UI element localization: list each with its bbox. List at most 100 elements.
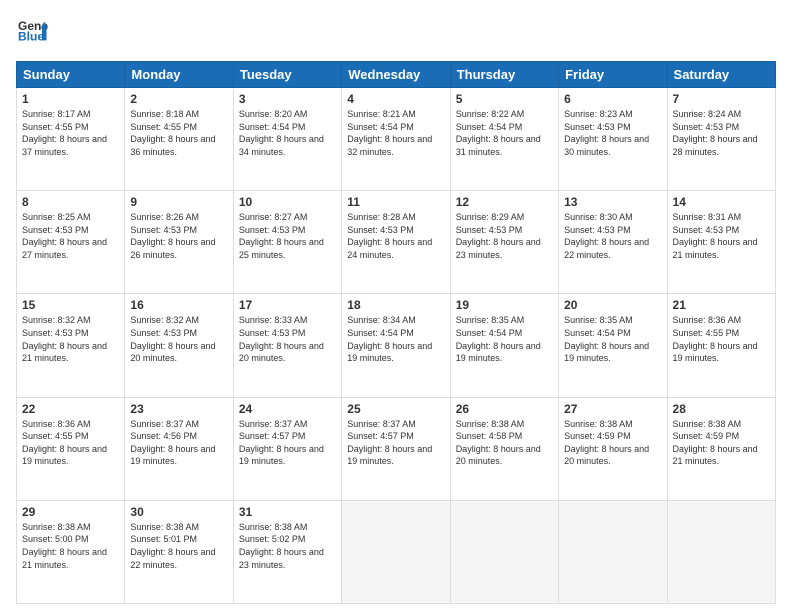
cell-info: Sunrise: 8:27 AMSunset: 4:53 PMDaylight:… [239,212,324,260]
day-number: 9 [130,195,227,209]
cell-info: Sunrise: 8:38 AMSunset: 5:00 PMDaylight:… [22,522,107,570]
cell-info: Sunrise: 8:38 AMSunset: 5:02 PMDaylight:… [239,522,324,570]
day-number: 16 [130,298,227,312]
day-number: 3 [239,92,336,106]
day-number: 8 [22,195,119,209]
day-header-saturday: Saturday [667,62,775,88]
day-number: 18 [347,298,444,312]
day-number: 12 [456,195,553,209]
calendar-cell [450,500,558,603]
day-header-friday: Friday [559,62,667,88]
day-number: 30 [130,505,227,519]
day-number: 25 [347,402,444,416]
day-number: 11 [347,195,444,209]
cell-info: Sunrise: 8:24 AMSunset: 4:53 PMDaylight:… [673,109,758,157]
calendar-week-5: 29 Sunrise: 8:38 AMSunset: 5:00 PMDaylig… [17,500,776,603]
calendar-cell: 31 Sunrise: 8:38 AMSunset: 5:02 PMDaylig… [233,500,341,603]
calendar-cell: 20 Sunrise: 8:35 AMSunset: 4:54 PMDaylig… [559,294,667,397]
calendar-cell: 26 Sunrise: 8:38 AMSunset: 4:58 PMDaylig… [450,397,558,500]
cell-info: Sunrise: 8:32 AMSunset: 4:53 PMDaylight:… [22,315,107,363]
calendar-cell: 5 Sunrise: 8:22 AMSunset: 4:54 PMDayligh… [450,88,558,191]
cell-info: Sunrise: 8:36 AMSunset: 4:55 PMDaylight:… [673,315,758,363]
day-number: 26 [456,402,553,416]
calendar-cell: 2 Sunrise: 8:18 AMSunset: 4:55 PMDayligh… [125,88,233,191]
calendar-cell: 4 Sunrise: 8:21 AMSunset: 4:54 PMDayligh… [342,88,450,191]
calendar-week-3: 15 Sunrise: 8:32 AMSunset: 4:53 PMDaylig… [17,294,776,397]
logo-icon: General Blue [18,16,48,46]
cell-info: Sunrise: 8:26 AMSunset: 4:53 PMDaylight:… [130,212,215,260]
calendar-cell: 10 Sunrise: 8:27 AMSunset: 4:53 PMDaylig… [233,191,341,294]
cell-info: Sunrise: 8:37 AMSunset: 4:56 PMDaylight:… [130,419,215,467]
calendar-cell: 11 Sunrise: 8:28 AMSunset: 4:53 PMDaylig… [342,191,450,294]
cell-info: Sunrise: 8:38 AMSunset: 4:58 PMDaylight:… [456,419,541,467]
day-number: 28 [673,402,770,416]
cell-info: Sunrise: 8:37 AMSunset: 4:57 PMDaylight:… [347,419,432,467]
day-number: 13 [564,195,661,209]
cell-info: Sunrise: 8:30 AMSunset: 4:53 PMDaylight:… [564,212,649,260]
cell-info: Sunrise: 8:17 AMSunset: 4:55 PMDaylight:… [22,109,107,157]
cell-info: Sunrise: 8:28 AMSunset: 4:53 PMDaylight:… [347,212,432,260]
day-number: 29 [22,505,119,519]
calendar-cell: 23 Sunrise: 8:37 AMSunset: 4:56 PMDaylig… [125,397,233,500]
day-number: 1 [22,92,119,106]
calendar-cell: 16 Sunrise: 8:32 AMSunset: 4:53 PMDaylig… [125,294,233,397]
svg-text:Blue: Blue [18,29,44,43]
calendar-cell: 12 Sunrise: 8:29 AMSunset: 4:53 PMDaylig… [450,191,558,294]
day-number: 15 [22,298,119,312]
cell-info: Sunrise: 8:38 AMSunset: 4:59 PMDaylight:… [673,419,758,467]
header: General Blue [16,16,776,51]
calendar-cell: 17 Sunrise: 8:33 AMSunset: 4:53 PMDaylig… [233,294,341,397]
cell-info: Sunrise: 8:37 AMSunset: 4:57 PMDaylight:… [239,419,324,467]
calendar-cell [342,500,450,603]
day-header-monday: Monday [125,62,233,88]
calendar-cell: 6 Sunrise: 8:23 AMSunset: 4:53 PMDayligh… [559,88,667,191]
calendar-cell [559,500,667,603]
day-number: 27 [564,402,661,416]
calendar-cell: 14 Sunrise: 8:31 AMSunset: 4:53 PMDaylig… [667,191,775,294]
day-number: 17 [239,298,336,312]
day-header-thursday: Thursday [450,62,558,88]
day-number: 14 [673,195,770,209]
calendar-table: SundayMondayTuesdayWednesdayThursdayFrid… [16,61,776,604]
calendar-cell: 9 Sunrise: 8:26 AMSunset: 4:53 PMDayligh… [125,191,233,294]
calendar-cell: 8 Sunrise: 8:25 AMSunset: 4:53 PMDayligh… [17,191,125,294]
cell-info: Sunrise: 8:25 AMSunset: 4:53 PMDaylight:… [22,212,107,260]
calendar-cell: 30 Sunrise: 8:38 AMSunset: 5:01 PMDaylig… [125,500,233,603]
calendar-cell: 19 Sunrise: 8:35 AMSunset: 4:54 PMDaylig… [450,294,558,397]
logo: General Blue [16,16,48,51]
day-number: 5 [456,92,553,106]
cell-info: Sunrise: 8:34 AMSunset: 4:54 PMDaylight:… [347,315,432,363]
cell-info: Sunrise: 8:35 AMSunset: 4:54 PMDaylight:… [456,315,541,363]
day-number: 6 [564,92,661,106]
calendar-cell: 27 Sunrise: 8:38 AMSunset: 4:59 PMDaylig… [559,397,667,500]
cell-info: Sunrise: 8:18 AMSunset: 4:55 PMDaylight:… [130,109,215,157]
page: General Blue SundayMondayTuesdayWednesda… [0,0,792,612]
day-number: 24 [239,402,336,416]
cell-info: Sunrise: 8:33 AMSunset: 4:53 PMDaylight:… [239,315,324,363]
calendar-week-2: 8 Sunrise: 8:25 AMSunset: 4:53 PMDayligh… [17,191,776,294]
calendar-week-4: 22 Sunrise: 8:36 AMSunset: 4:55 PMDaylig… [17,397,776,500]
calendar-cell: 28 Sunrise: 8:38 AMSunset: 4:59 PMDaylig… [667,397,775,500]
cell-info: Sunrise: 8:21 AMSunset: 4:54 PMDaylight:… [347,109,432,157]
cell-info: Sunrise: 8:31 AMSunset: 4:53 PMDaylight:… [673,212,758,260]
calendar-cell: 24 Sunrise: 8:37 AMSunset: 4:57 PMDaylig… [233,397,341,500]
calendar-cell: 7 Sunrise: 8:24 AMSunset: 4:53 PMDayligh… [667,88,775,191]
cell-info: Sunrise: 8:36 AMSunset: 4:55 PMDaylight:… [22,419,107,467]
day-number: 23 [130,402,227,416]
calendar-cell: 25 Sunrise: 8:37 AMSunset: 4:57 PMDaylig… [342,397,450,500]
day-number: 21 [673,298,770,312]
day-number: 7 [673,92,770,106]
day-number: 2 [130,92,227,106]
calendar-header-row: SundayMondayTuesdayWednesdayThursdayFrid… [17,62,776,88]
cell-info: Sunrise: 8:22 AMSunset: 4:54 PMDaylight:… [456,109,541,157]
day-number: 22 [22,402,119,416]
calendar-cell: 29 Sunrise: 8:38 AMSunset: 5:00 PMDaylig… [17,500,125,603]
day-header-sunday: Sunday [17,62,125,88]
cell-info: Sunrise: 8:29 AMSunset: 4:53 PMDaylight:… [456,212,541,260]
day-number: 19 [456,298,553,312]
calendar-cell: 21 Sunrise: 8:36 AMSunset: 4:55 PMDaylig… [667,294,775,397]
day-number: 31 [239,505,336,519]
day-header-wednesday: Wednesday [342,62,450,88]
cell-info: Sunrise: 8:35 AMSunset: 4:54 PMDaylight:… [564,315,649,363]
day-number: 10 [239,195,336,209]
